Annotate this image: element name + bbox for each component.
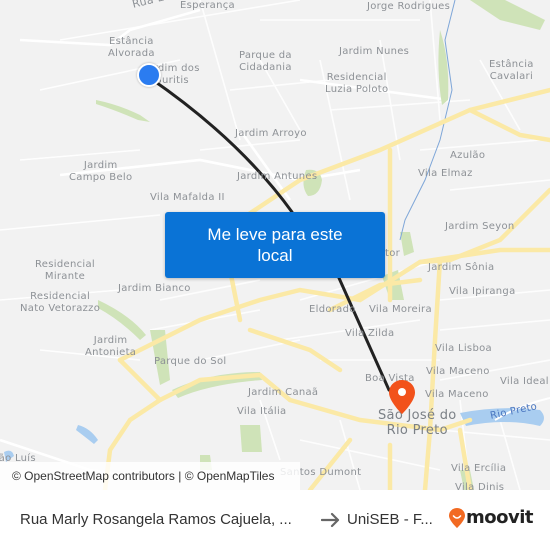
- map-label-estancia-alvorada: Estância Alvorada: [108, 36, 155, 59]
- take-me-there-button[interactable]: Me leve para este local: [165, 212, 385, 278]
- brand-name: moovit: [466, 507, 534, 528]
- map-label-jardim-antunes: Jardim Antunes: [237, 171, 318, 182]
- map-label-jardim-canaa: Jardim Canaã: [248, 387, 319, 398]
- map-attribution[interactable]: © OpenStreetMap contributors | © OpenMap…: [0, 462, 300, 490]
- map-label-vila-ercilia: Vila Ercília: [451, 463, 507, 474]
- map-label-vila-ideal: Vila Ideal: [500, 376, 549, 387]
- map-label-vila-maceno-2: Vila Maceno: [425, 389, 489, 400]
- map-label-residencial-nato-vetorazzo: Residencial Nato Vetorazzo: [20, 291, 101, 314]
- map-label-residencial-luzia-poloto: Residencial Luzia Poloto: [325, 72, 389, 95]
- map-label-parque-do-sol: Parque do Sol: [154, 356, 227, 367]
- map-label-vila-maceno-1: Vila Maceno: [426, 366, 490, 377]
- map-label-estancia-cavalari: Estância Cavalari: [489, 59, 534, 82]
- map-label-eldorado: Eldorado: [309, 304, 356, 315]
- destination-name: UniSEB - F...: [347, 511, 433, 528]
- map-label-residencial-mirante: Residencial Mirante: [35, 259, 95, 282]
- map-label-esperanca: Esperança: [180, 0, 235, 11]
- map-label-vila-italia: Vila Itália: [237, 406, 287, 417]
- map-label-jorge-rodrigues: Jorge Rodrigues: [367, 1, 451, 12]
- map-label-jardim-sonia: Jardim Sônia: [428, 262, 495, 273]
- take-me-there-label: Me leve para este local: [207, 225, 343, 265]
- map-label-vila-lisboa: Vila Lisboa: [435, 343, 492, 354]
- map-label-jardim-arroyo: Jardim Arroyo: [235, 128, 307, 139]
- map-label-parque-da-cidadania: Parque da Cidadania: [239, 50, 292, 73]
- arrow-right-icon: [321, 512, 340, 528]
- map-label-jardim-antonieta: Jardim Antonieta: [85, 335, 137, 358]
- map-label-vila-zilda: Vila Zilda: [345, 328, 395, 339]
- map-pin-icon[interactable]: [389, 380, 415, 414]
- map-label-jardim-seyon: Jardim Seyon: [445, 221, 515, 232]
- map-label-vila-ipiranga: Vila Ipiranga: [449, 286, 516, 297]
- map-label-jardim-nunes: Jardim Nunes: [339, 46, 410, 57]
- route-footer: Rua Marly Rosangela Ramos Cajuela, ... U…: [0, 490, 550, 550]
- moovit-logo[interactable]: moovit: [449, 507, 534, 528]
- map-label-jardim-bianco: Jardim Bianco: [118, 283, 191, 294]
- map-label-vila-elmaz: Vila Elmaz: [418, 168, 473, 179]
- moovit-pin-icon: [449, 507, 465, 528]
- map-view[interactable]: Rua E Esperança Jorge Rodrigues Estância…: [0, 0, 550, 490]
- map-label-vila-moreira: Vila Moreira: [369, 304, 432, 315]
- origin-dot-icon[interactable]: [137, 63, 161, 87]
- map-label-vila-mafalda-ii: Vila Mafalda II: [150, 192, 225, 203]
- origin-name: Rua Marly Rosangela Ramos Cajuela, ...: [20, 511, 292, 528]
- map-label-jardim-campo-belo: Jardim Campo Belo: [69, 160, 133, 183]
- map-label-azulao: Azulão: [450, 150, 486, 161]
- map-label-vila-dinis: Vila Dinis: [455, 482, 505, 490]
